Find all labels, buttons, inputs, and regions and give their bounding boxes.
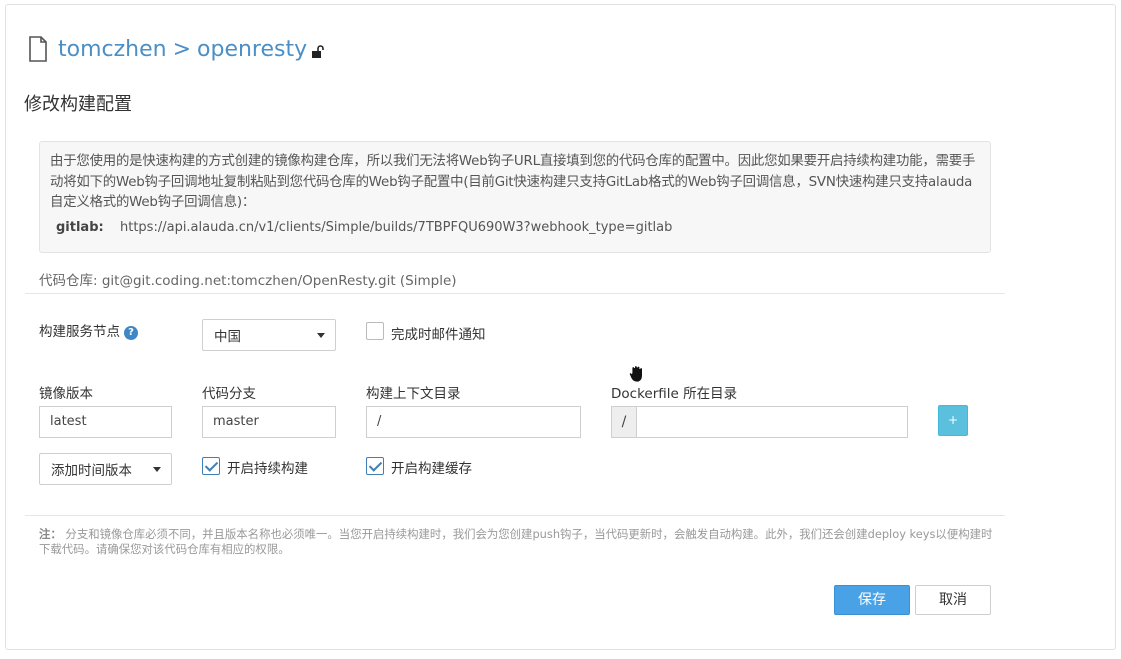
build-cache-checkbox[interactable] xyxy=(366,457,384,475)
dockerfile-dir-input[interactable] xyxy=(636,406,908,438)
version-type-select-value: 添加时间版本 xyxy=(51,463,132,479)
chevron-down-icon xyxy=(317,333,325,338)
hand-cursor-icon xyxy=(629,365,643,383)
webhook-url-label: gitlab: xyxy=(56,219,104,235)
webhook-url-row: gitlab: https://api.alauda.cn/v1/clients… xyxy=(50,218,980,239)
branch-label: 代码分支 xyxy=(202,386,256,402)
repo-value: git@git.coding.net:tomczhen/OpenResty.gi… xyxy=(101,273,457,289)
build-node-select[interactable]: 中国 xyxy=(202,319,336,351)
continuous-build-checkbox[interactable] xyxy=(202,457,220,475)
repo-label: 代码仓库: xyxy=(39,273,98,289)
branch-input[interactable]: master xyxy=(202,406,336,438)
email-notify-checkbox[interactable] xyxy=(366,322,384,340)
webhook-info-box: 由于您使用的是快速构建的方式创建的镜像构建仓库，所以我们无法将Web钩子URL直… xyxy=(39,141,991,253)
webhook-info-text: 由于您使用的是快速构建的方式创建的镜像构建仓库，所以我们无法将Web钩子URL直… xyxy=(50,154,976,210)
add-button[interactable]: + xyxy=(938,405,968,436)
version-type-select[interactable]: 添加时间版本 xyxy=(39,453,172,485)
page-title: 修改构建配置 xyxy=(24,94,132,115)
build-cache-label: 开启构建缓存 xyxy=(391,461,472,477)
breadcrumb: tomczhen > openresty xyxy=(28,34,325,64)
chevron-down-icon xyxy=(153,467,161,472)
context-dir-input[interactable]: / xyxy=(366,406,581,438)
document-icon xyxy=(29,36,47,62)
repo-info: 代码仓库: git@git.coding.net:tomczhen/OpenRe… xyxy=(39,269,457,289)
breadcrumb-user-link[interactable]: tomczhen xyxy=(58,37,167,62)
build-node-select-value: 中国 xyxy=(214,329,241,345)
cancel-button[interactable]: 取消 xyxy=(915,585,991,615)
webhook-url: https://api.alauda.cn/v1/clients/Simple/… xyxy=(120,219,673,235)
context-dir-label: 构建上下文目录 xyxy=(366,386,461,402)
unlock-icon xyxy=(312,45,324,58)
email-notify-label: 完成时邮件通知 xyxy=(391,327,486,343)
breadcrumb-separator: > xyxy=(172,36,192,62)
build-node-label: 构建服务节点? xyxy=(39,320,138,340)
note-text: 注： 分支和镜像仓库必须不同，并且版本名称也必须唯一。当您开启持续构建时，我们会… xyxy=(39,527,994,557)
breadcrumb-repo-link[interactable]: openresty xyxy=(197,37,307,62)
note-body: 分支和镜像仓库必须不同，并且版本名称也必须唯一。当您开启持续构建时，我们会为您创… xyxy=(39,527,993,556)
continuous-build-label: 开启持续构建 xyxy=(227,461,308,477)
image-version-label: 镜像版本 xyxy=(39,386,93,402)
save-button[interactable]: 保存 xyxy=(834,585,910,615)
note-prefix: 注： xyxy=(39,527,62,541)
divider-top xyxy=(25,293,1005,294)
help-icon[interactable]: ? xyxy=(124,326,138,340)
dockerfile-prefix-addon: / xyxy=(611,406,637,438)
divider-bottom xyxy=(25,515,1005,516)
image-version-input[interactable]: latest xyxy=(39,406,172,438)
build-node-label-text: 构建服务节点 xyxy=(39,324,120,340)
dockerfile-dir-label: Dockerfile 所在目录 xyxy=(611,386,738,402)
